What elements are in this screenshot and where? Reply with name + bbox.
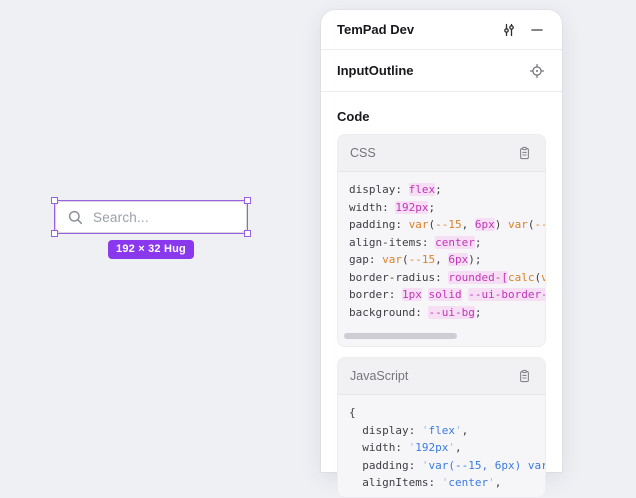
clipboard-icon[interactable] [515,367,533,385]
code-line: background: --ui-bg; [349,304,534,322]
code-line: padding: 'var(--15, 6px) var(--15, 6px)'… [349,457,534,475]
css-code-block: display: flex;width: 192px;padding: var(… [338,172,545,326]
minus-icon[interactable] [528,21,546,39]
search-input-placeholder: Search... [93,210,149,225]
css-code-card: CSS display: flex;width: 192px;padding: … [337,134,546,347]
javascript-card-header: JavaScript [338,358,545,395]
component-name: InputOutline [337,63,518,78]
panel-header: TemPad Dev [321,10,562,50]
code-line: align-items: center; [349,234,534,252]
javascript-code-card: JavaScript { display: 'flex', width: '19… [337,357,546,498]
code-line: display: 'flex', [349,422,534,440]
search-input-frame[interactable]: Search... [55,201,247,233]
javascript-code-block: { display: 'flex', width: '192px', paddi… [338,395,545,497]
panel-content: Code CSS display: flex;width: 192px;padd… [321,109,562,498]
magnifier-icon [67,209,84,226]
code-line: gap: var(--15, 6px); [349,251,534,269]
code-section-title: Code [337,109,546,124]
code-line: padding: var(--15, 6px) var(--15, 6px); [349,216,534,234]
code-line: border-radius: rounded-[calc(var(--round… [349,269,534,287]
crosshair-icon[interactable] [528,62,546,80]
tempad-dev-panel: TemPad Dev InputOutline Code [321,10,562,472]
javascript-card-label: JavaScript [350,369,515,383]
code-line: width: '192px', [349,439,534,457]
selection-handle-top-left[interactable] [51,197,58,204]
css-scrollbar-thumb[interactable] [344,333,457,339]
selection-handle-bottom-left[interactable] [51,230,58,237]
sliders-icon[interactable] [500,21,518,39]
code-line: { [349,404,534,422]
selection-handle-top-right[interactable] [244,197,251,204]
clipboard-icon[interactable] [515,144,533,162]
selection-handle-bottom-right[interactable] [244,230,251,237]
code-line: border: 1px solid --ui-border-color; [349,286,534,304]
css-card-label: CSS [350,146,515,160]
panel-title: TemPad Dev [337,22,490,37]
css-horizontal-scrollbar [338,326,545,346]
code-line: display: flex; [349,181,534,199]
code-line: alignItems: 'center', [349,474,534,492]
css-card-header: CSS [338,135,545,172]
selection-size-badge: 192 × 32 Hug [108,240,194,259]
selected-component-row: InputOutline [321,50,562,92]
code-line: width: 192px; [349,199,534,217]
